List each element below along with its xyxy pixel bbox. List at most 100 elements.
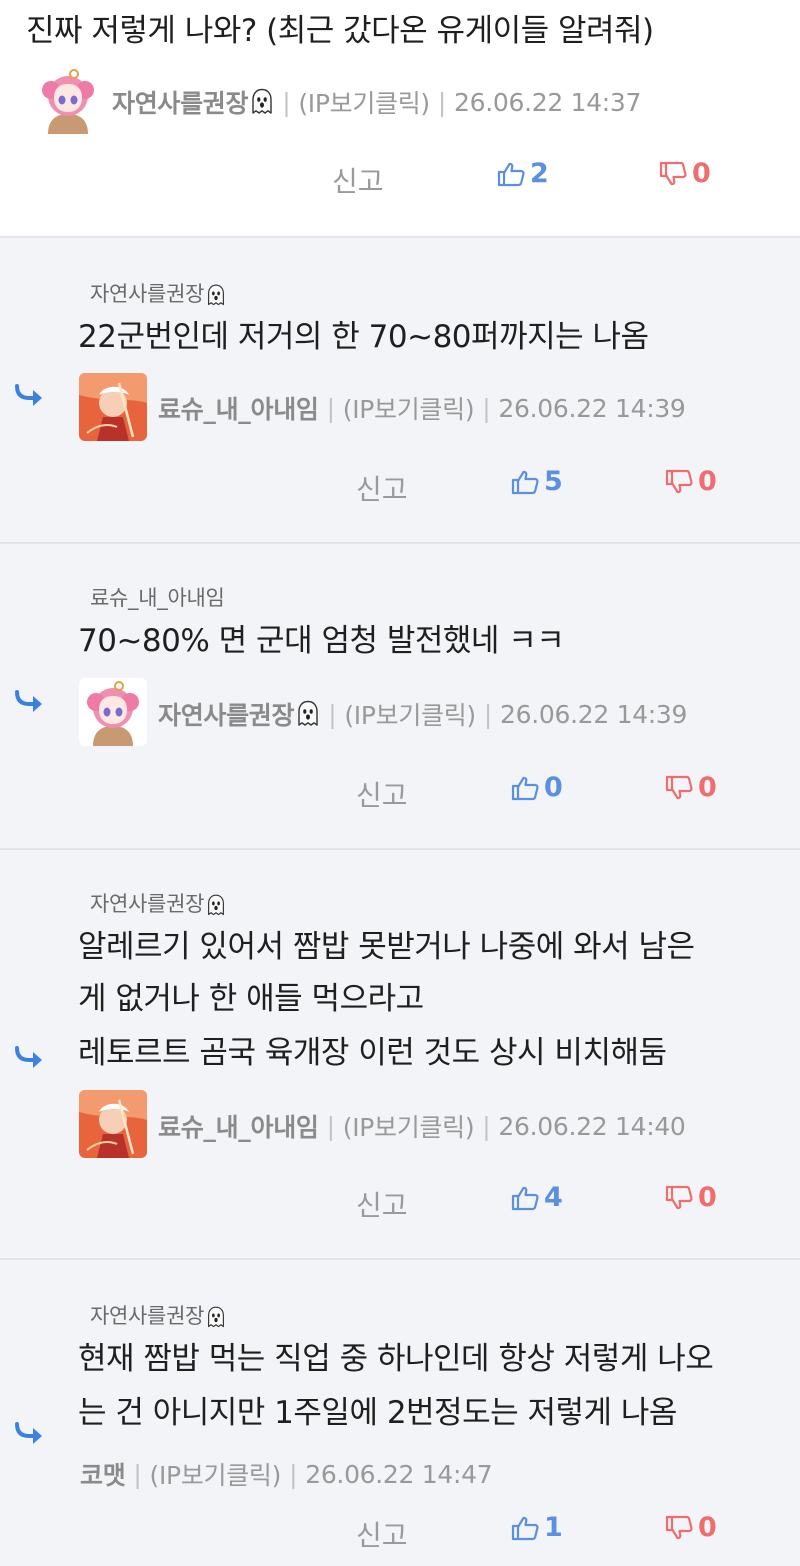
upvote-button[interactable]: 2 <box>496 158 549 189</box>
ip-link[interactable]: (IP보기클릭) <box>298 84 430 120</box>
downvote-button[interactable]: 0 <box>664 772 717 803</box>
action-bar: 신고 5 0 <box>0 460 800 510</box>
upvote-count: 2 <box>530 158 549 189</box>
ip-link[interactable]: (IP보기클릭) <box>343 1108 475 1144</box>
post-meta: 자연사를권장 | (IP보기클릭) | 26.06.22 14:37 <box>112 84 641 120</box>
thumbs-down-icon <box>664 1183 694 1213</box>
downvote-count: 0 <box>698 1182 717 1213</box>
thumbs-up-icon <box>510 1183 540 1213</box>
thumbs-up-icon <box>510 467 540 497</box>
ghost-icon <box>296 700 320 728</box>
action-bar: 신고 0 0 <box>0 766 800 816</box>
author-name[interactable]: 코맷 <box>80 1456 126 1492</box>
upvote-button[interactable]: 1 <box>510 1512 563 1543</box>
reply-text-line: 현재 짬밥 먹는 직업 중 하나인데 항상 저렇게 나오 <box>78 1341 714 1377</box>
meta-divider: | <box>328 699 337 729</box>
avatar[interactable] <box>34 66 102 134</box>
avatar[interactable] <box>79 678 147 746</box>
reply-meta: 료슈_내_아내임 | (IP보기클릭) | 26.06.22 14:39 <box>158 390 686 426</box>
thumbs-down-icon <box>664 1513 694 1543</box>
ip-link[interactable]: (IP보기클릭) <box>150 1456 282 1492</box>
report-button[interactable]: 신고 <box>356 1184 408 1224</box>
reply-text-line: 는 건 아니지만 1주일에 2번정도는 저렇게 나옴 <box>78 1395 677 1431</box>
thumbs-up-icon <box>510 773 540 803</box>
reply-text: 70~80% 면 군대 엄청 발전했네 ㅋㅋ <box>78 623 565 659</box>
reply-text-line: 레토르트 곰국 육개장 이런 것도 상시 비치해둠 <box>78 1035 667 1071</box>
ghost-icon <box>250 88 274 116</box>
author-name[interactable]: 료슈_내_아내임 <box>158 390 319 426</box>
downvote-button[interactable]: 0 <box>658 158 711 189</box>
meta-divider: | <box>483 699 493 729</box>
ghost-icon <box>206 284 226 307</box>
action-bar: 신고 1 0 <box>0 1506 800 1556</box>
downvote-button[interactable]: 0 <box>664 466 717 497</box>
report-button[interactable]: 신고 <box>356 774 408 814</box>
downvote-count: 0 <box>698 466 717 497</box>
downvote-count: 0 <box>692 158 711 189</box>
author-name[interactable]: 자연사를권장 <box>158 696 295 732</box>
downvote-count: 0 <box>698 772 717 803</box>
timestamp: 26.06.22 14:47 <box>305 1459 493 1489</box>
meta-divider: | <box>437 87 447 117</box>
original-post: 진짜 저렇게 나와? (최근 갔다온 유게이들 알려줘) 자연사를권장 | (I… <box>0 0 800 238</box>
ip-link[interactable]: (IP보기클릭) <box>344 696 476 732</box>
reply-comment: 자연사를권장 현재 짬밥 먹는 직업 중 하나인데 항상 저렇게 나오 는 건 … <box>0 1260 800 1566</box>
reply-text-line: 게 없거나 한 애들 먹으라고 <box>78 981 424 1017</box>
thumbs-up-icon <box>496 159 526 189</box>
upvote-count: 5 <box>544 466 563 497</box>
mention-name[interactable]: 자연사를권장 <box>90 892 204 916</box>
upvote-button[interactable]: 5 <box>510 466 563 497</box>
upvote-button[interactable]: 4 <box>510 1182 563 1213</box>
timestamp: 26.06.22 14:37 <box>454 87 642 117</box>
reply-text-line: 알레르기 있어서 짬밥 못받거나 나중에 와서 남은 <box>78 929 695 965</box>
downvote-count: 0 <box>698 1512 717 1543</box>
reply-mention: 료슈_내_아내임 <box>90 582 225 612</box>
reply-arrow-icon <box>14 384 46 408</box>
meta-divider: | <box>326 393 335 423</box>
avatar[interactable] <box>79 1090 147 1158</box>
upvote-count: 1 <box>544 1512 563 1543</box>
timestamp: 26.06.22 14:39 <box>500 699 688 729</box>
reply-mention: 자연사를권장 <box>90 278 226 308</box>
thumbs-up-icon <box>510 1513 540 1543</box>
thumbs-down-icon <box>658 159 688 189</box>
reply-comment: 료슈_내_아내임 70~80% 면 군대 엄청 발전했네 ㅋㅋ 자연사를권장 |… <box>0 544 800 850</box>
downvote-button[interactable]: 0 <box>664 1512 717 1543</box>
reply-comment: 자연사를권장 22군번인데 저거의 한 70~80퍼까지는 나옴 료슈_내_아내… <box>0 238 800 544</box>
thumbs-down-icon <box>664 467 694 497</box>
meta-divider: | <box>289 1459 298 1489</box>
meta-divider: | <box>282 87 291 117</box>
reply-mention: 자연사를권장 <box>90 888 226 918</box>
timestamp: 26.06.22 14:40 <box>498 1111 686 1141</box>
reply-arrow-icon <box>14 690 46 714</box>
upvote-count: 4 <box>544 1182 563 1213</box>
report-button[interactable]: 신고 <box>356 1514 408 1554</box>
mention-name[interactable]: 료슈_내_아내임 <box>90 586 225 610</box>
reply-arrow-icon <box>14 1422 46 1446</box>
reply-comment: 자연사를권장 알레르기 있어서 짬밥 못받거나 나중에 와서 남은 게 없거나 … <box>0 850 800 1260</box>
ip-link[interactable]: (IP보기클릭) <box>343 390 475 426</box>
downvote-button[interactable]: 0 <box>664 1182 717 1213</box>
mention-name[interactable]: 자연사를권장 <box>90 282 204 306</box>
mention-name[interactable]: 자연사를권장 <box>90 1304 204 1328</box>
meta-divider: | <box>482 393 491 423</box>
reply-meta: 료슈_내_아내임 | (IP보기클릭) | 26.06.22 14:40 <box>158 1108 686 1144</box>
upvote-count: 0 <box>544 772 563 803</box>
action-bar: 신고 4 0 <box>0 1176 800 1226</box>
reply-text: 22군번인데 저거의 한 70~80퍼까지는 나옴 <box>78 319 649 355</box>
ghost-icon <box>206 894 226 917</box>
post-text: 진짜 저렇게 나와? (최근 갔다온 유게이들 알려줘) <box>26 13 654 49</box>
report-button[interactable]: 신고 <box>356 468 408 508</box>
avatar[interactable] <box>79 373 147 441</box>
reply-arrow-icon <box>14 1046 46 1070</box>
author-name[interactable]: 료슈_내_아내임 <box>158 1108 319 1144</box>
report-button[interactable]: 신고 <box>332 160 384 200</box>
meta-divider: | <box>133 1459 142 1489</box>
meta-divider: | <box>326 1111 335 1141</box>
ghost-icon <box>206 1306 226 1329</box>
action-bar: 신고 2 0 <box>0 152 800 202</box>
upvote-button[interactable]: 0 <box>510 772 563 803</box>
reply-mention: 자연사를권장 <box>90 1300 226 1330</box>
meta-divider: | <box>482 1111 491 1141</box>
author-name[interactable]: 자연사를권장 <box>112 84 249 120</box>
